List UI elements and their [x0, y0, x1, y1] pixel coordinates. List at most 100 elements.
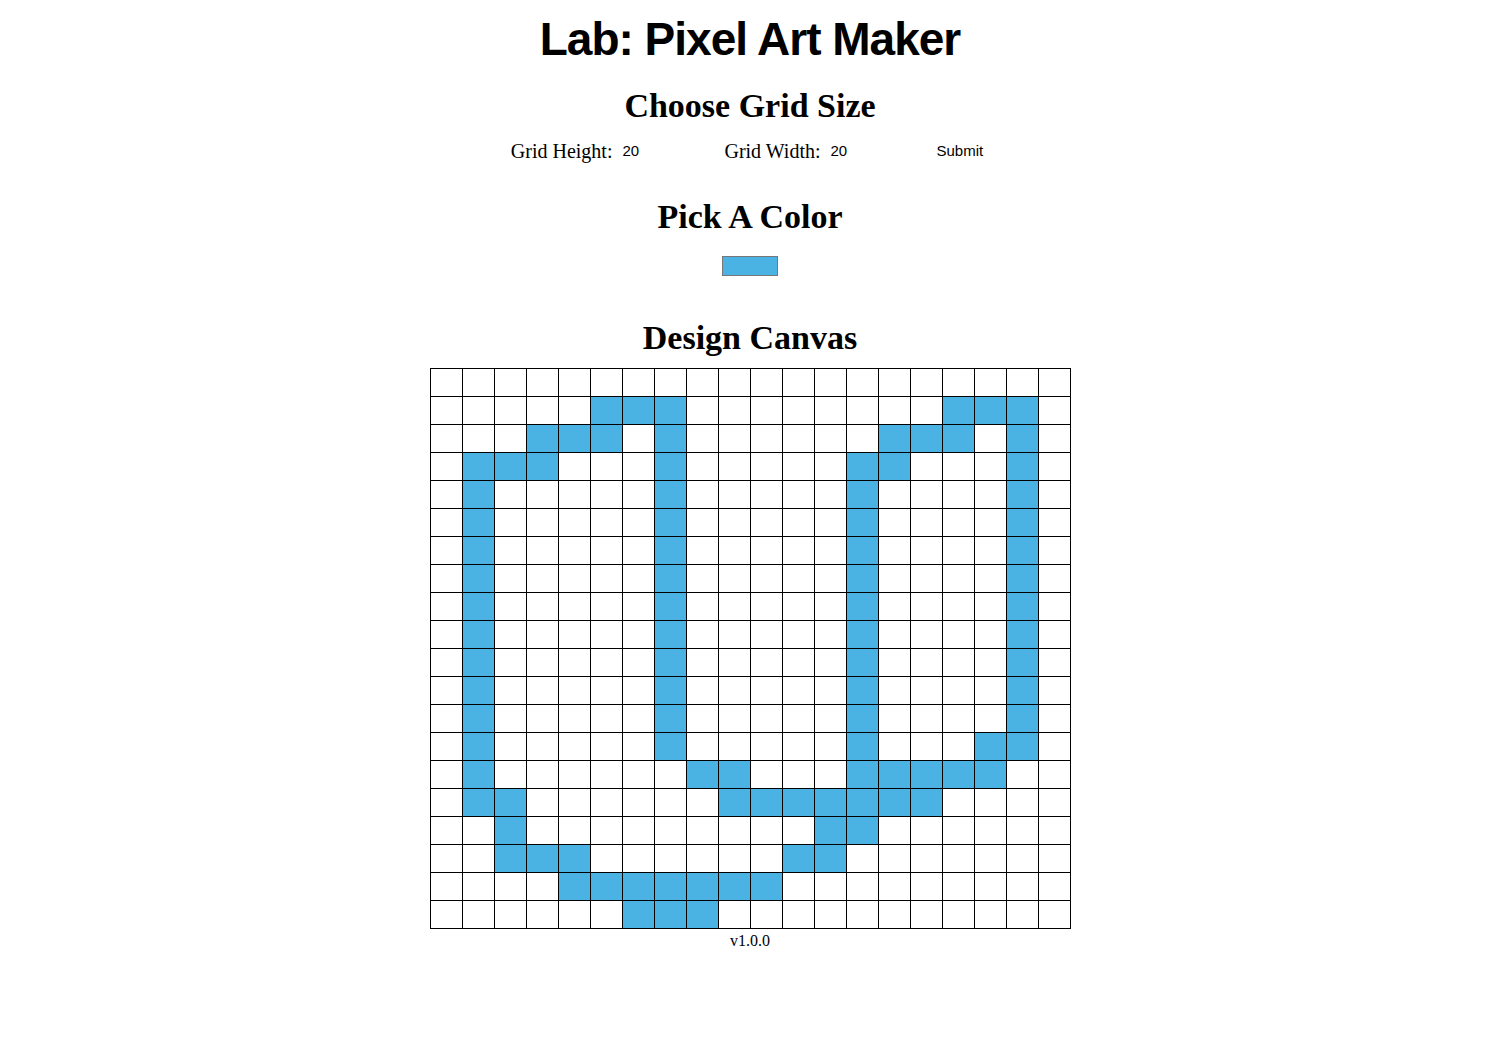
pixel-cell[interactable] — [559, 593, 591, 621]
pixel-cell[interactable] — [1007, 789, 1039, 817]
pixel-cell[interactable] — [527, 845, 559, 873]
pixel-cell[interactable] — [463, 649, 495, 677]
pixel-cell[interactable] — [943, 369, 975, 397]
pixel-cell[interactable] — [815, 425, 847, 453]
pixel-cell[interactable] — [943, 397, 975, 425]
pixel-cell[interactable] — [463, 509, 495, 537]
pixel-cell[interactable] — [911, 817, 943, 845]
pixel-cell[interactable] — [623, 845, 655, 873]
pixel-cell[interactable] — [623, 509, 655, 537]
pixel-cell[interactable] — [911, 537, 943, 565]
pixel-cell[interactable] — [911, 481, 943, 509]
submit-button[interactable]: Submit — [931, 141, 990, 161]
pixel-cell[interactable] — [431, 901, 463, 929]
pixel-cell[interactable] — [495, 677, 527, 705]
pixel-cell[interactable] — [943, 565, 975, 593]
pixel-cell[interactable] — [559, 901, 591, 929]
pixel-cell[interactable] — [431, 565, 463, 593]
pixel-cell[interactable] — [847, 425, 879, 453]
pixel-cell[interactable] — [815, 565, 847, 593]
pixel-cell[interactable] — [751, 873, 783, 901]
pixel-cell[interactable] — [975, 677, 1007, 705]
pixel-cell[interactable] — [1039, 425, 1071, 453]
pixel-cell[interactable] — [495, 593, 527, 621]
pixel-cell[interactable] — [751, 901, 783, 929]
pixel-cell[interactable] — [719, 537, 751, 565]
pixel-cell[interactable] — [495, 705, 527, 733]
pixel-cell[interactable] — [751, 453, 783, 481]
pixel-cell[interactable] — [463, 453, 495, 481]
pixel-cell[interactable] — [623, 705, 655, 733]
pixel-cell[interactable] — [783, 537, 815, 565]
pixel-cell[interactable] — [591, 537, 623, 565]
pixel-cell[interactable] — [879, 621, 911, 649]
pixel-cell[interactable] — [1007, 453, 1039, 481]
pixel-cell[interactable] — [847, 565, 879, 593]
pixel-cell[interactable] — [495, 565, 527, 593]
pixel-cell[interactable] — [719, 509, 751, 537]
pixel-cell[interactable] — [591, 817, 623, 845]
pixel-cell[interactable] — [495, 453, 527, 481]
pixel-cell[interactable] — [623, 369, 655, 397]
pixel-cell[interactable] — [911, 761, 943, 789]
pixel-cell[interactable] — [495, 481, 527, 509]
pixel-cell[interactable] — [815, 369, 847, 397]
pixel-cell[interactable] — [911, 705, 943, 733]
pixel-cell[interactable] — [1039, 901, 1071, 929]
pixel-cell[interactable] — [527, 733, 559, 761]
pixel-cell[interactable] — [975, 453, 1007, 481]
pixel-cell[interactable] — [815, 901, 847, 929]
pixel-cell[interactable] — [591, 649, 623, 677]
pixel-cell[interactable] — [847, 509, 879, 537]
pixel-cell[interactable] — [879, 649, 911, 677]
pixel-cell[interactable] — [1039, 761, 1071, 789]
pixel-cell[interactable] — [879, 901, 911, 929]
grid-height-input[interactable] — [622, 141, 712, 161]
pixel-cell[interactable] — [943, 705, 975, 733]
pixel-cell[interactable] — [879, 817, 911, 845]
pixel-cell[interactable] — [527, 565, 559, 593]
pixel-cell[interactable] — [623, 761, 655, 789]
pixel-cell[interactable] — [655, 761, 687, 789]
pixel-cell[interactable] — [911, 845, 943, 873]
pixel-cell[interactable] — [655, 593, 687, 621]
pixel-cell[interactable] — [431, 481, 463, 509]
pixel-cell[interactable] — [719, 593, 751, 621]
pixel-cell[interactable] — [783, 901, 815, 929]
pixel-cell[interactable] — [783, 397, 815, 425]
pixel-cell[interactable] — [463, 621, 495, 649]
pixel-cell[interactable] — [719, 397, 751, 425]
pixel-cell[interactable] — [847, 593, 879, 621]
pixel-cell[interactable] — [591, 621, 623, 649]
pixel-cell[interactable] — [559, 453, 591, 481]
pixel-cell[interactable] — [719, 789, 751, 817]
pixel-cell[interactable] — [719, 453, 751, 481]
pixel-cell[interactable] — [847, 649, 879, 677]
pixel-cell[interactable] — [943, 481, 975, 509]
pixel-cell[interactable] — [911, 733, 943, 761]
pixel-cell[interactable] — [719, 621, 751, 649]
pixel-cell[interactable] — [687, 397, 719, 425]
pixel-cell[interactable] — [687, 593, 719, 621]
pixel-cell[interactable] — [559, 761, 591, 789]
pixel-cell[interactable] — [527, 397, 559, 425]
pixel-cell[interactable] — [495, 425, 527, 453]
pixel-cell[interactable] — [815, 509, 847, 537]
pixel-cell[interactable] — [847, 537, 879, 565]
pixel-cell[interactable] — [655, 425, 687, 453]
pixel-cell[interactable] — [623, 789, 655, 817]
pixel-cell[interactable] — [591, 789, 623, 817]
pixel-cell[interactable] — [751, 425, 783, 453]
pixel-cell[interactable] — [463, 761, 495, 789]
pixel-cell[interactable] — [559, 621, 591, 649]
pixel-cell[interactable] — [911, 621, 943, 649]
pixel-cell[interactable] — [687, 901, 719, 929]
pixel-cell[interactable] — [687, 621, 719, 649]
pixel-cell[interactable] — [815, 621, 847, 649]
pixel-cell[interactable] — [847, 369, 879, 397]
pixel-cell[interactable] — [815, 873, 847, 901]
pixel-cell[interactable] — [911, 509, 943, 537]
pixel-cell[interactable] — [975, 509, 1007, 537]
pixel-cell[interactable] — [495, 537, 527, 565]
pixel-cell[interactable] — [719, 565, 751, 593]
